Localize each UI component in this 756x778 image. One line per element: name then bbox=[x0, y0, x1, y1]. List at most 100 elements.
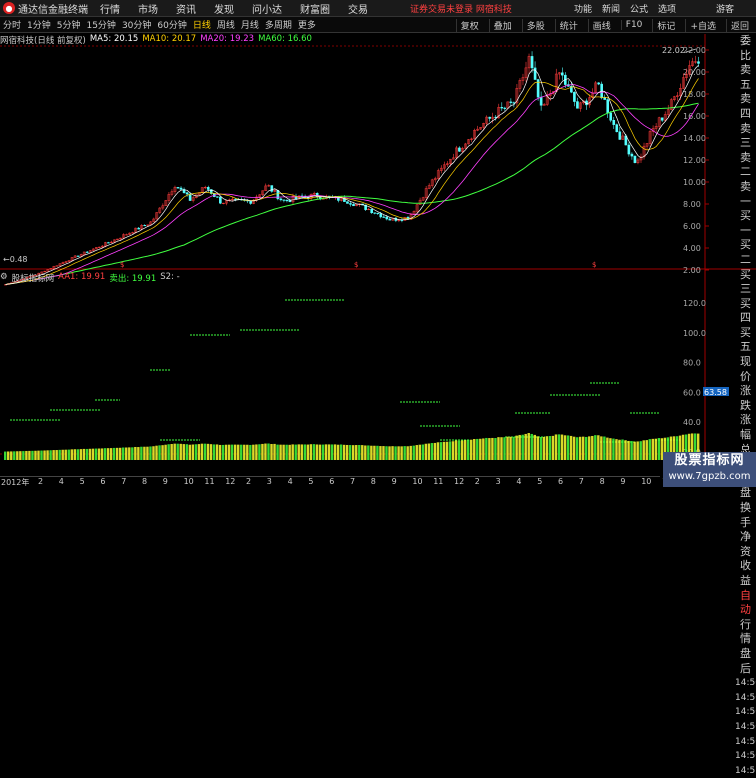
candle-body bbox=[85, 251, 89, 253]
indicator-bar bbox=[327, 444, 331, 460]
indicator-bar bbox=[330, 444, 334, 460]
price-tick: 10.00 bbox=[683, 178, 706, 187]
candle-body bbox=[633, 155, 637, 163]
price-tick: 2.00 bbox=[683, 266, 701, 275]
candle-body bbox=[349, 203, 352, 205]
indicator-bar bbox=[173, 443, 176, 460]
indicator-axis: 120.0100.080.060.040.020.0 bbox=[683, 299, 706, 457]
high-price-label: 22.02 bbox=[662, 46, 685, 55]
indicator-bar bbox=[270, 443, 273, 460]
sidebar-item[interactable]: 卖一 bbox=[735, 180, 756, 209]
sidebar-item[interactable]: 委比 bbox=[735, 34, 756, 63]
indicator-bar bbox=[233, 444, 237, 460]
indicator-bar bbox=[82, 448, 86, 460]
indicator-bar bbox=[424, 443, 428, 460]
indicator-bar bbox=[566, 435, 570, 460]
candle-body bbox=[382, 216, 386, 218]
indicator-bar bbox=[367, 445, 370, 460]
indicator-bar bbox=[285, 444, 288, 460]
indicator-bar bbox=[291, 444, 294, 460]
sidebar-item[interactable]: 买四 bbox=[735, 297, 756, 326]
sidebar-item[interactable]: 14:56 bbox=[735, 676, 756, 691]
indicator-bar bbox=[182, 444, 185, 460]
settings-icon[interactable]: ⚙ bbox=[0, 272, 8, 284]
sidebar-item[interactable]: 自动 bbox=[735, 589, 756, 618]
indicator-bar bbox=[109, 448, 113, 460]
month-label: 9 bbox=[391, 477, 397, 486]
sidebar-item[interactable]: 卖五 bbox=[735, 63, 756, 92]
sidebar-item[interactable]: 净资 bbox=[735, 530, 756, 559]
sidebar-item[interactable]: 14:56 bbox=[735, 735, 756, 750]
indicator-bar bbox=[197, 444, 201, 460]
indicator-bar bbox=[79, 449, 83, 460]
indicator-bar bbox=[88, 448, 92, 460]
indicator-bar bbox=[209, 444, 213, 460]
indicator-bar bbox=[303, 444, 307, 460]
sidebar-item[interactable]: 卖四 bbox=[735, 92, 756, 121]
sidebar-item[interactable]: 收益 bbox=[735, 559, 756, 588]
indicator-bar bbox=[34, 450, 37, 460]
month-label: 4 bbox=[516, 477, 522, 486]
kline-chart[interactable]: 22.0020.0018.0016.0014.0012.0010.008.006… bbox=[0, 0, 756, 487]
indicator-bar bbox=[615, 439, 618, 460]
indicator-bar bbox=[149, 446, 152, 460]
indicator-bar bbox=[563, 435, 567, 460]
sidebar-item[interactable]: 换手 bbox=[735, 501, 756, 530]
indicator-bar bbox=[152, 446, 155, 460]
indicator-bar bbox=[427, 443, 431, 460]
indicator-bar bbox=[460, 440, 464, 460]
candle-body bbox=[76, 255, 80, 257]
month-label: 9 bbox=[162, 477, 168, 486]
indicator-bar bbox=[636, 441, 639, 460]
indicator-bar bbox=[336, 444, 340, 460]
indicator-bar bbox=[500, 437, 503, 460]
sidebar-item[interactable]: 行情 bbox=[735, 618, 756, 647]
sidebar-item[interactable]: 卖二 bbox=[735, 151, 756, 180]
marker-icon: $ bbox=[592, 261, 596, 269]
indicator-bar bbox=[161, 445, 164, 460]
price-tick: 8.00 bbox=[683, 200, 701, 209]
sidebar-item[interactable]: 买一 bbox=[735, 209, 756, 238]
date-axis: 2012年 2 4 5 6 7 8 9 10 11 12 2 3 4 5 6 7 8 9 10 11 12 2 3 4 5 6 7 8 9… bbox=[0, 476, 667, 487]
indicator-bar bbox=[482, 438, 485, 460]
indicator-bar bbox=[412, 445, 415, 460]
indicator-bar bbox=[385, 446, 388, 460]
s2-label: S2: - bbox=[160, 272, 180, 282]
indicator-bar bbox=[137, 447, 140, 460]
indicator-bar bbox=[267, 443, 270, 460]
sidebar-item[interactable]: 14:56 bbox=[735, 705, 756, 720]
sidebar-item[interactable]: 买二 bbox=[735, 238, 756, 267]
indicator-bar bbox=[551, 435, 555, 460]
indicator-bar bbox=[255, 444, 258, 460]
indicator-tick: 40.0 bbox=[683, 418, 701, 427]
indicator-bar bbox=[240, 444, 243, 460]
sidebar-item[interactable]: 14:56 bbox=[735, 749, 756, 764]
sidebar-item[interactable]: 盘后 bbox=[735, 647, 756, 676]
sidebar-item[interactable]: 14:56 bbox=[735, 691, 756, 706]
indicator-bar bbox=[143, 446, 146, 460]
indicator-bar bbox=[261, 443, 264, 460]
sidebar-item[interactable]: 卖三 bbox=[735, 122, 756, 151]
indicator-bar bbox=[466, 439, 470, 460]
candle-body bbox=[503, 107, 507, 109]
indicator-bar bbox=[91, 448, 95, 460]
sidebar-item[interactable]: 14:56 bbox=[735, 720, 756, 735]
indicator-bar bbox=[288, 444, 291, 460]
indicator-bar bbox=[309, 444, 313, 460]
indicator-bar bbox=[639, 441, 642, 460]
indicator-bar bbox=[312, 444, 316, 460]
candle-body bbox=[143, 225, 147, 227]
indicator-bar bbox=[382, 446, 385, 460]
sidebar-item[interactable]: 买五 bbox=[735, 326, 756, 355]
month-label: 11 bbox=[204, 477, 215, 486]
sidebar-item[interactable]: 买三 bbox=[735, 268, 756, 297]
indicator-bar bbox=[200, 443, 204, 460]
main-chart-header: 网宿科技(日线 前复权) MA5: 20.15 MA10: 20.17 MA20… bbox=[0, 34, 316, 46]
sidebar-item[interactable]: 14:57 bbox=[735, 764, 756, 778]
indicator-name[interactable]: 股标指标网 bbox=[12, 272, 55, 284]
sidebar-item[interactable]: 涨幅 bbox=[735, 413, 756, 442]
indicator-bar bbox=[488, 438, 491, 460]
sidebar-item[interactable]: 涨跌 bbox=[735, 384, 756, 413]
indicator-bar bbox=[457, 440, 461, 460]
sidebar-item[interactable]: 现价 bbox=[735, 355, 756, 384]
